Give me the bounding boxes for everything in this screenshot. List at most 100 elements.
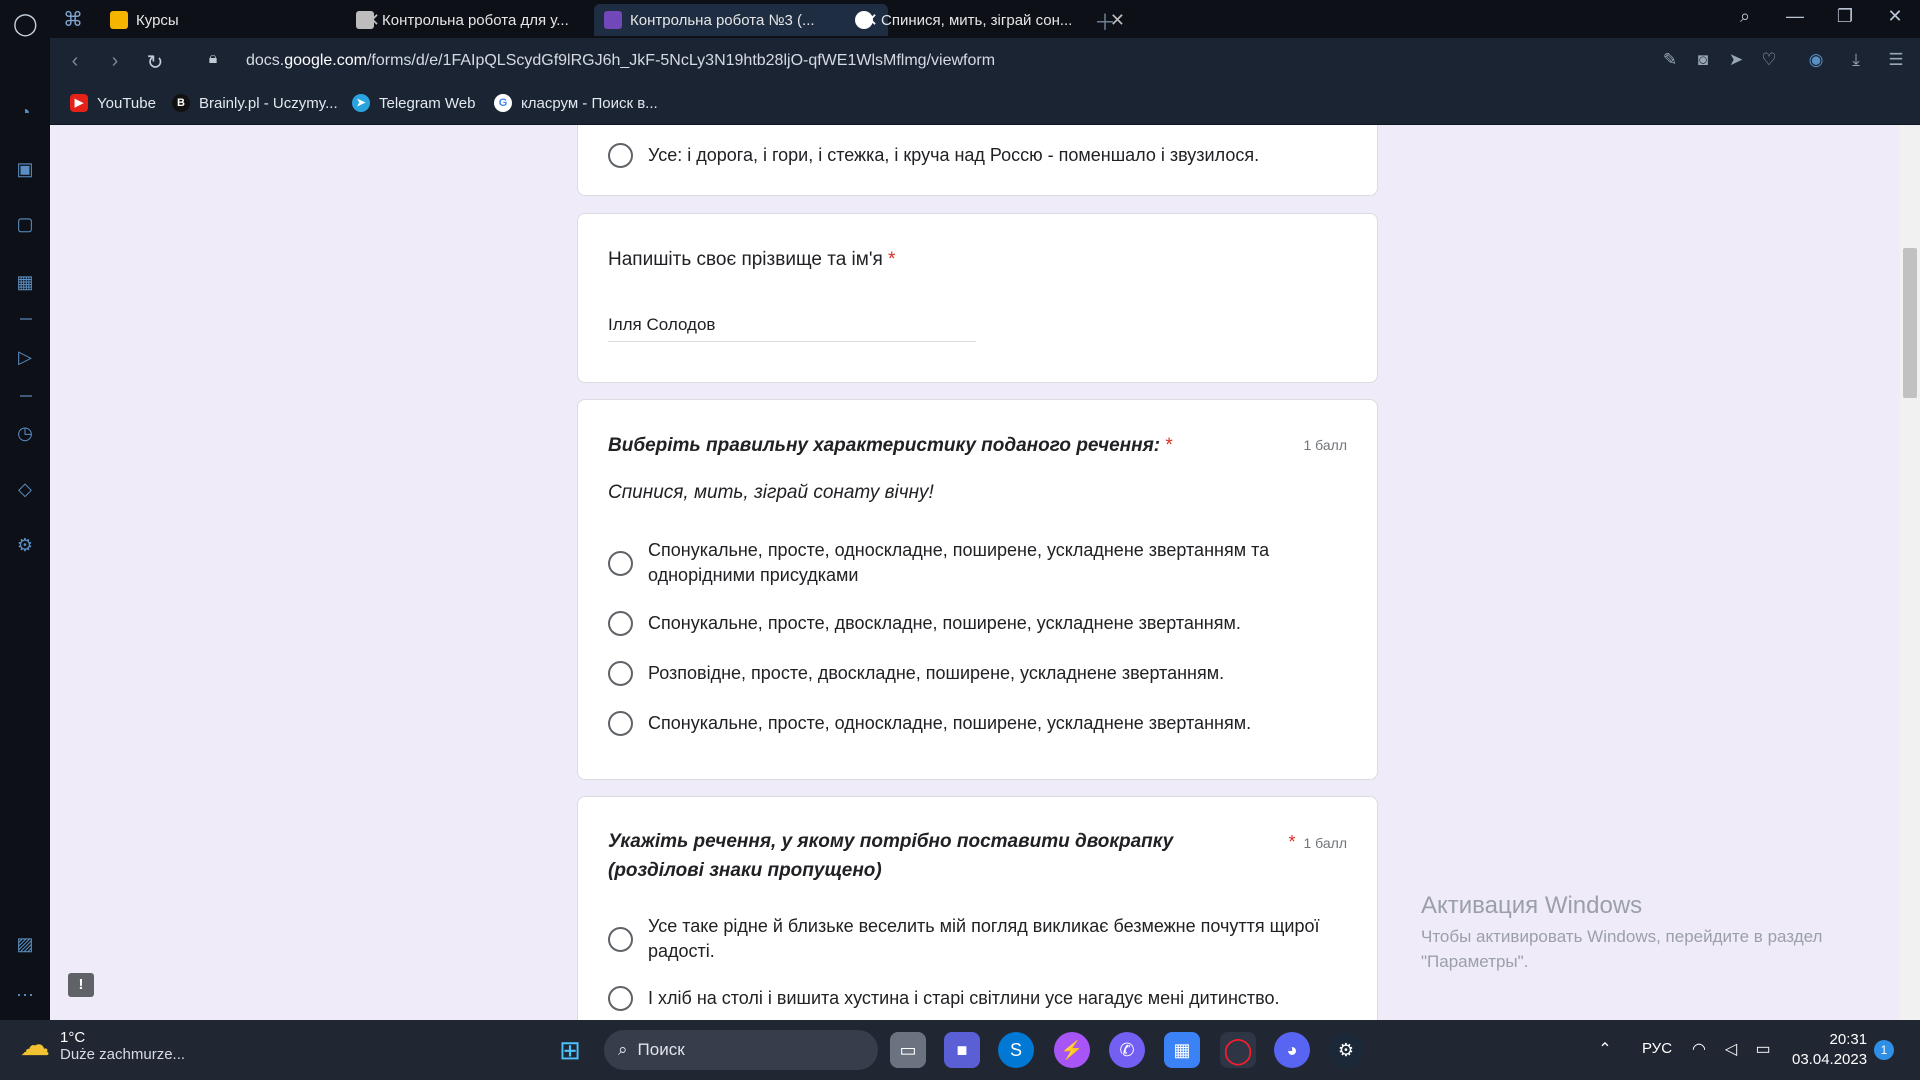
radio-option[interactable]: Розповідне, просте, двоскладне, поширене… (608, 661, 1328, 686)
bookmark-telegram[interactable]: ➤ Telegram Web (352, 94, 475, 112)
cube-icon[interactable]: ◇ (13, 477, 37, 501)
battery-icon[interactable]: ▭ (1748, 1032, 1778, 1068)
google-icon (855, 11, 873, 29)
question-title: Укажіть речення, у якому потрібно постав… (608, 831, 1174, 881)
bookmark-youtube[interactable]: ▶ YouTube (70, 94, 156, 112)
download-icon[interactable]: ⤓ (1844, 50, 1868, 70)
name-question-card: Напишіть своє прізвище та ім'я * Ілля Со… (577, 213, 1378, 383)
microsoft-store-icon[interactable]: ▦ (1164, 1032, 1200, 1068)
volume-icon[interactable]: ◁ (1716, 1032, 1746, 1068)
url-field[interactable]: docs.google.com/forms/d/e/1FAIpQLScydGf9… (246, 52, 995, 70)
report-problem-icon[interactable]: ! (68, 973, 94, 997)
more-icon[interactable]: ⋯ (13, 983, 37, 1007)
previous-question-card: Усе: і дорога, і гори, і стежка, і круча… (577, 125, 1378, 196)
question-sentence: Спинися, мить, зіграй сонату вічну! (608, 482, 934, 503)
messenger-icon[interactable]: ⚡ (1054, 1032, 1090, 1068)
restore-icon[interactable]: ❐ (1830, 6, 1860, 27)
gallery-icon[interactable]: ▨ (13, 932, 37, 956)
opera-logo-icon[interactable]: ◯ (13, 12, 38, 36)
brainly-icon: B (172, 94, 190, 112)
weather-widget[interactable]: ☁ 1°C Duże zachmurze... (20, 1028, 185, 1063)
form-page: Усе: і дорога, і гори, і стежка, і круча… (50, 125, 1900, 1020)
opera-sidebar: ◯ ◔ ▣ ▢ ▦ ▷ ◷ ◇ ⚙ ▨ ⋯ (0, 0, 50, 1020)
wifi-icon[interactable]: ◠ (1684, 1032, 1714, 1068)
twitch-icon[interactable]: ▢ (13, 212, 37, 236)
radio-button[interactable] (608, 661, 633, 686)
radio-option[interactable]: І хліб на столі і вишита хустина і старі… (608, 986, 1348, 1011)
classroom-icon (110, 11, 128, 29)
steam-icon[interactable]: ⚙ (1328, 1032, 1364, 1068)
close-window-icon[interactable]: ✕ (1880, 6, 1910, 27)
radio-button[interactable] (608, 711, 633, 736)
classroom-assignment-icon (356, 11, 374, 29)
history-icon[interactable]: ◷ (13, 421, 37, 445)
google-icon: G (494, 94, 512, 112)
question-title: Виберіть правильну характеристику подано… (608, 435, 1173, 456)
sidebar-divider (20, 395, 32, 397)
task-view-icon[interactable]: ▭ (890, 1032, 926, 1068)
edit-icon[interactable]: ✎ (1658, 50, 1682, 70)
new-tab-icon[interactable]: ＋ (1092, 5, 1118, 37)
player-icon[interactable]: ▷ (13, 345, 37, 369)
radio-button[interactable] (608, 926, 633, 952)
windows-start-icon[interactable]: ⊞ (552, 1032, 588, 1068)
search-tabs-icon[interactable]: ⌕ (1730, 6, 1760, 27)
search-icon: ⌕ (618, 1040, 628, 1059)
tab-strip: ⌘ Курсы ✕ Контрольна робота для у... ✕ К… (50, 0, 1920, 38)
bookmarks-bar: ▶ YouTube B Brainly.pl - Uczymy... ➤ Tel… (50, 86, 1920, 125)
windows-activation-watermark: Активация Windows Чтобы активировать Win… (1421, 892, 1823, 971)
profile-icon[interactable]: ◉ (1804, 50, 1828, 70)
bookmark-brainly[interactable]: B Brainly.pl - Uczymy... (172, 94, 338, 112)
tab-test-3[interactable]: Контрольна робота №3 (... ✕ (594, 4, 888, 36)
discord-icon[interactable]: ◕ (1274, 1032, 1310, 1068)
minimize-icon[interactable]: — (1780, 6, 1810, 27)
camera-icon[interactable]: ◙ (1691, 50, 1715, 70)
lock-icon: 🔒︎ (208, 50, 218, 67)
extensions-icon[interactable]: ▦ (13, 270, 37, 294)
question-card-colon: Укажіть речення, у якому потрібно постав… (577, 796, 1378, 1020)
google-forms-icon (604, 11, 622, 29)
radio-option[interactable]: Спонукальне, просте, односкладне, пошире… (608, 711, 1328, 736)
radio-button[interactable] (608, 550, 633, 576)
points-label: 1 балл (1303, 437, 1348, 453)
address-toolbar: ‹ › ↻ 🔒︎ docs.google.com/forms/d/e/1FAIp… (50, 38, 1920, 86)
radio-option[interactable]: Усе таке рідне й близьке веселить мій по… (608, 914, 1328, 964)
page-scrollbar[interactable] (1900, 125, 1920, 1020)
bookmark-google-search[interactable]: G класрум - Поиск в... (494, 94, 658, 112)
radio-button[interactable] (608, 986, 633, 1011)
radio-option[interactable]: Усе: і дорога, і гори, і стежка, і круча… (608, 143, 1348, 168)
windows-taskbar: ☁ 1°C Duże zachmurze... ⊞ ⌕ Поиск ▭ ■ S … (0, 1020, 1920, 1080)
taskbar-search[interactable]: ⌕ Поиск (604, 1030, 878, 1070)
sidebar-divider (20, 318, 32, 320)
points-label: * 1 балл (1288, 832, 1347, 852)
skype-icon[interactable]: S (998, 1032, 1034, 1068)
opera-taskbar-icon[interactable]: ◯ (1220, 1032, 1256, 1068)
settings-gear-icon[interactable]: ⚙ (13, 533, 37, 557)
notification-badge[interactable]: 1 (1874, 1040, 1894, 1060)
reload-icon[interactable]: ↻ (142, 50, 168, 75)
radio-button[interactable] (608, 611, 633, 636)
easy-setup-icon[interactable]: ☰ (1884, 50, 1908, 70)
send-icon[interactable]: ➤ (1724, 50, 1748, 70)
radio-option[interactable]: Спонукальне, просте, односкладне, пошире… (608, 538, 1328, 588)
youtube-icon: ▶ (70, 94, 88, 112)
telegram-icon: ➤ (352, 94, 370, 112)
name-answer-input[interactable]: Ілля Солодов (608, 312, 976, 342)
tray-chevron-up-icon[interactable]: ⌃ (1590, 1032, 1620, 1068)
question-title: Напишіть своє прізвище та ім'я * (608, 249, 896, 270)
teams-icon[interactable]: ■ (944, 1032, 980, 1068)
language-indicator[interactable]: РУС (1642, 1040, 1672, 1057)
viber-icon[interactable]: ✆ (1109, 1032, 1145, 1068)
gamepad-icon[interactable]: ⌘ (60, 7, 86, 32)
back-icon[interactable]: ‹ (62, 50, 88, 73)
briefcase-icon[interactable]: ▣ (13, 157, 37, 181)
heart-icon[interactable]: ♡ (1757, 50, 1781, 70)
system-clock[interactable]: 20:31 03.04.2023 (1792, 1030, 1867, 1070)
cloudy-weather-icon: ☁ (20, 1029, 50, 1062)
forward-icon[interactable]: › (102, 50, 128, 73)
radio-button[interactable] (608, 143, 633, 168)
speed-dial-icon[interactable]: ◔ (13, 100, 37, 124)
question-card-characteristic: Виберіть правильну характеристику подано… (577, 399, 1378, 780)
radio-option[interactable]: Спонукальне, просте, двоскладне, поширен… (608, 611, 1328, 636)
scroll-thumb[interactable] (1903, 248, 1917, 398)
